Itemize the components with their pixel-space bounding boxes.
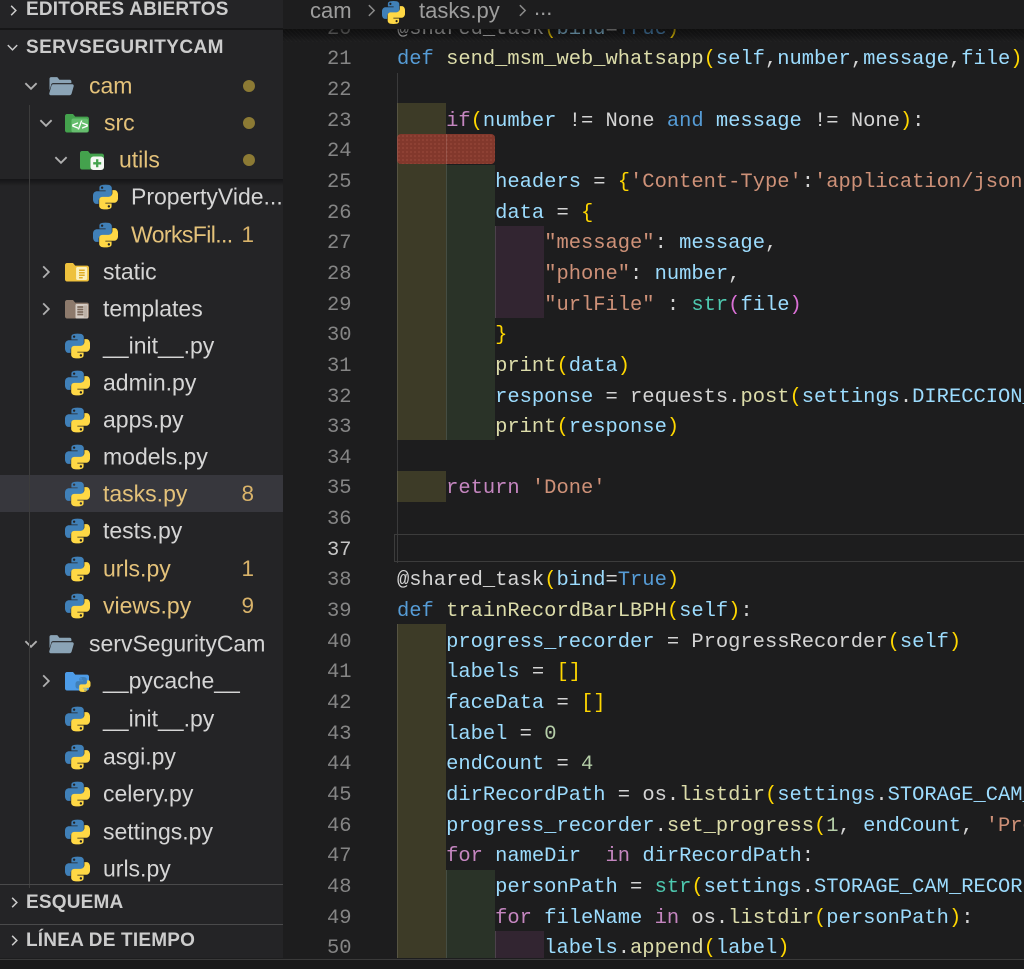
svg-text:</>: </> [71,121,88,133]
